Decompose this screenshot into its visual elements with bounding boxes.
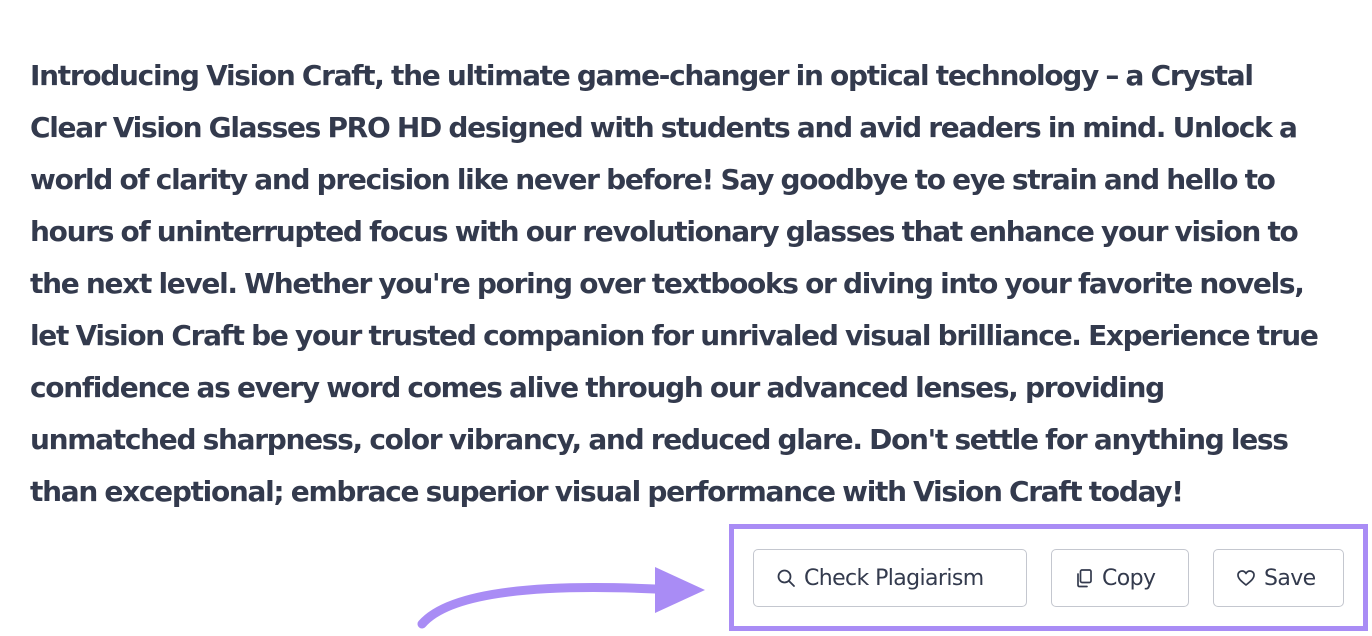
check-plagiarism-label: Check Plagiarism — [804, 565, 984, 591]
copy-icon — [1074, 568, 1094, 588]
copy-label: Copy — [1102, 565, 1156, 591]
generated-result-text: Introducing Vision Craft, the ultimate g… — [30, 59, 1319, 508]
search-icon — [776, 568, 796, 588]
check-plagiarism-button[interactable]: Check Plagiarism — [753, 549, 1027, 607]
heart-icon — [1236, 568, 1256, 588]
copy-button[interactable]: Copy — [1051, 549, 1189, 607]
annotation-arrow-head — [655, 567, 705, 613]
save-label: Save — [1264, 565, 1316, 591]
save-button[interactable]: Save — [1213, 549, 1344, 607]
annotation-arrow-shaft — [417, 582, 660, 629]
annotation-arrow — [417, 567, 705, 629]
result-action-bar: Check Plagiarism Copy Save — [753, 549, 1344, 607]
